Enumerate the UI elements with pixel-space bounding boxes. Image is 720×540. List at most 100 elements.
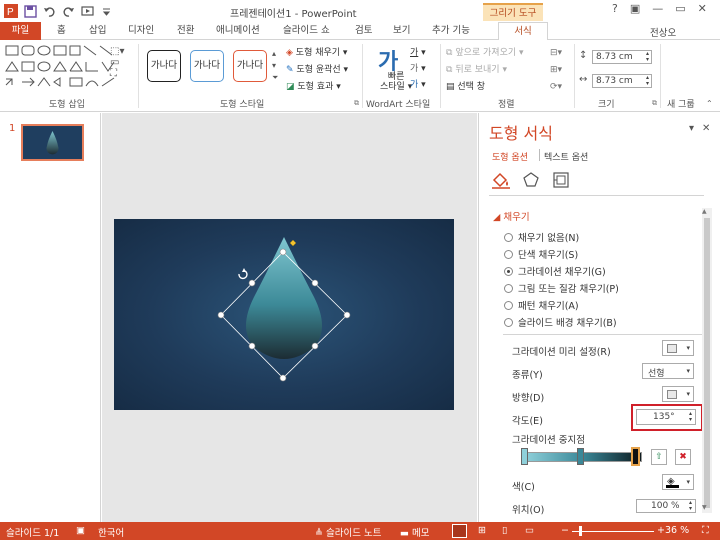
fill-option-solid[interactable]: 단색 채우기(S) (504, 247, 578, 261)
close-pane-icon[interactable]: ✕ (702, 123, 710, 134)
powerpoint-app-icon[interactable]: P (4, 4, 18, 18)
language-indicator[interactable]: 한국어 (98, 525, 124, 539)
tab-addins[interactable]: 추가 기능 (432, 22, 470, 40)
text-outline-icon[interactable]: 가 ▾ (410, 61, 426, 77)
radio[interactable] (504, 317, 513, 327)
slide-thumbnail[interactable] (21, 124, 84, 161)
tab-text-options[interactable]: 텍스트 옵션 (544, 150, 588, 163)
teardrop-shape[interactable] (246, 237, 322, 359)
redo-icon[interactable] (61, 4, 75, 18)
size-dialog-launcher-icon[interactable]: ⧉ (652, 99, 657, 108)
dialog-launcher-icon[interactable]: ⧉ (354, 99, 359, 108)
tab-shape-options[interactable]: 도형 옵션 (492, 150, 528, 163)
scrollbar-thumb[interactable] (704, 218, 710, 508)
angle-spinner-arrows[interactable]: ▴ ▾ (689, 411, 692, 423)
fill-option-pattern[interactable]: 패턴 채우기(A) (504, 298, 579, 312)
radio[interactable] (504, 232, 513, 242)
gradient-stop-2[interactable] (577, 448, 584, 465)
resize-handle[interactable] (343, 311, 351, 319)
tab-insert[interactable]: 삽입 (89, 22, 106, 40)
angle-spinner-field[interactable]: 135° ▴ ▾ (636, 409, 696, 425)
fit-to-window-icon[interactable]: ⛶ (702, 525, 709, 536)
group-icon[interactable]: ⊞▾ (550, 62, 562, 79)
zoom-slider-track[interactable] (572, 531, 654, 532)
rotate-handle-icon[interactable] (238, 268, 248, 280)
notes-button[interactable]: ≜ 슬라이드 노트 (315, 525, 381, 539)
tab-view[interactable]: 보기 (393, 22, 410, 40)
width-field[interactable]: 8.73 cm ▴ ▾ (592, 74, 652, 88)
fill-option-none[interactable]: 채우기 없음(N) (504, 230, 579, 244)
tab-home[interactable]: 홈 (57, 22, 66, 40)
selection-pane-button[interactable]: ▤ 선택 창 (446, 79, 485, 92)
resize-handle[interactable] (311, 342, 319, 350)
undo-icon[interactable] (42, 4, 56, 18)
shape-outline-button[interactable]: ✎ 도형 윤곽선 ▾ (286, 62, 348, 75)
minimize-icon[interactable]: — (652, 2, 663, 15)
remove-gradient-stop-icon[interactable]: ✖ (675, 449, 691, 465)
reading-view-icon[interactable]: ▯ (502, 525, 507, 536)
gradient-preset-dropdown[interactable]: ▾ (662, 340, 694, 356)
scroll-up-icon[interactable]: ▲ (702, 208, 707, 215)
radio[interactable] (504, 249, 513, 259)
resize-handle[interactable] (279, 374, 287, 382)
pane-options-icon[interactable]: ▾ (689, 123, 694, 134)
tab-animations[interactable]: 애니메이션 (216, 22, 260, 40)
radio-selected[interactable] (504, 266, 513, 276)
position-spinner-arrows[interactable]: ▴ ▾ (689, 500, 692, 512)
stop-color-dropdown[interactable]: ◈ ▾ (662, 474, 694, 490)
quick-styles-button[interactable]: 빠른 스타일 ▾ (380, 72, 412, 92)
resize-handle[interactable] (217, 311, 225, 319)
tab-file[interactable]: 파일 (0, 22, 41, 40)
tab-design[interactable]: 디자인 (128, 22, 154, 40)
edit-shape-icon[interactable]: ⬚▾ ▭ ⛶ (110, 46, 130, 90)
tab-transitions[interactable]: 전환 (177, 22, 194, 40)
tab-review[interactable]: 검토 (355, 22, 372, 40)
align-icon[interactable]: ⊟▾ (550, 45, 562, 62)
effects-pentagon-icon[interactable] (523, 172, 539, 191)
resize-handle[interactable] (248, 279, 256, 287)
tab-format[interactable]: 서식 (498, 22, 548, 41)
send-backward-button[interactable]: ⧉ 뒤로 보내기 ▾ (446, 62, 507, 75)
height-spinner[interactable]: ▴ ▾ (646, 51, 649, 63)
position-spinner-field[interactable]: 100 % ▴ ▾ (636, 499, 696, 513)
save-icon[interactable] (23, 4, 37, 18)
slide-canvas[interactable] (114, 219, 454, 410)
radio[interactable] (504, 283, 513, 293)
text-fill-icon[interactable]: 가 ▾ (410, 45, 426, 61)
comments-button[interactable]: ▬ 메모 (400, 525, 430, 539)
help-icon[interactable]: ? (612, 2, 618, 15)
tab-slideshow[interactable]: 슬라이드 쇼 (283, 22, 330, 40)
proofing-icon[interactable]: ▣ (76, 525, 85, 536)
gradient-type-dropdown[interactable]: 선형 ▾ (642, 363, 694, 379)
gradient-direction-dropdown[interactable]: ▾ (662, 386, 694, 402)
customize-qat-icon[interactable] (99, 4, 113, 18)
adjust-handle[interactable] (289, 239, 297, 247)
fill-line-icon[interactable] (491, 171, 511, 192)
width-spinner[interactable]: ▴ ▾ (646, 75, 649, 87)
fill-option-picture[interactable]: 그림 또는 질감 채우기(P) (504, 281, 619, 295)
fill-option-gradient[interactable]: 그라데이션 채우기(G) (504, 264, 606, 278)
normal-view-icon[interactable] (452, 524, 467, 538)
maximize-icon[interactable]: ▭ (675, 2, 685, 15)
text-effects-icon[interactable]: 가 ▾ (410, 77, 426, 93)
ribbon-display-options-icon[interactable]: ▣ (630, 2, 640, 15)
add-gradient-stop-icon[interactable]: ⇧ (651, 449, 667, 465)
scroll-down-icon[interactable]: ▼ (702, 504, 707, 511)
resize-handle[interactable] (311, 279, 319, 287)
shape-effects-button[interactable]: ◪ 도형 효과 ▾ (286, 79, 341, 92)
bring-forward-button[interactable]: ⧉ 앞으로 가져오기 ▾ (446, 45, 524, 58)
start-slideshow-icon[interactable] (80, 4, 94, 18)
arrange-small-icons[interactable]: ⊟▾ ⊞▾ ⟳▾ (550, 45, 562, 96)
shape-style-preset-1[interactable]: 가나다 (147, 50, 181, 82)
shape-style-preset-2[interactable]: 가나다 (190, 50, 224, 82)
zoom-slider-thumb[interactable] (579, 526, 582, 536)
zoom-out-icon[interactable]: − (561, 525, 569, 536)
wordart-quick-style-icon[interactable]: 가 (378, 44, 404, 75)
resize-handle[interactable] (248, 342, 256, 350)
collapse-ribbon-icon[interactable]: ⌃ (706, 99, 713, 108)
gradient-stop-1[interactable] (521, 448, 528, 465)
wordart-text-tools[interactable]: 가 ▾ 가 ▾ 가 ▾ (410, 45, 426, 93)
height-field[interactable]: 8.73 cm ▴ ▾ (592, 50, 652, 64)
rotate-icon[interactable]: ⟳▾ (550, 79, 562, 96)
gradient-stop-3-selected[interactable] (631, 447, 640, 466)
